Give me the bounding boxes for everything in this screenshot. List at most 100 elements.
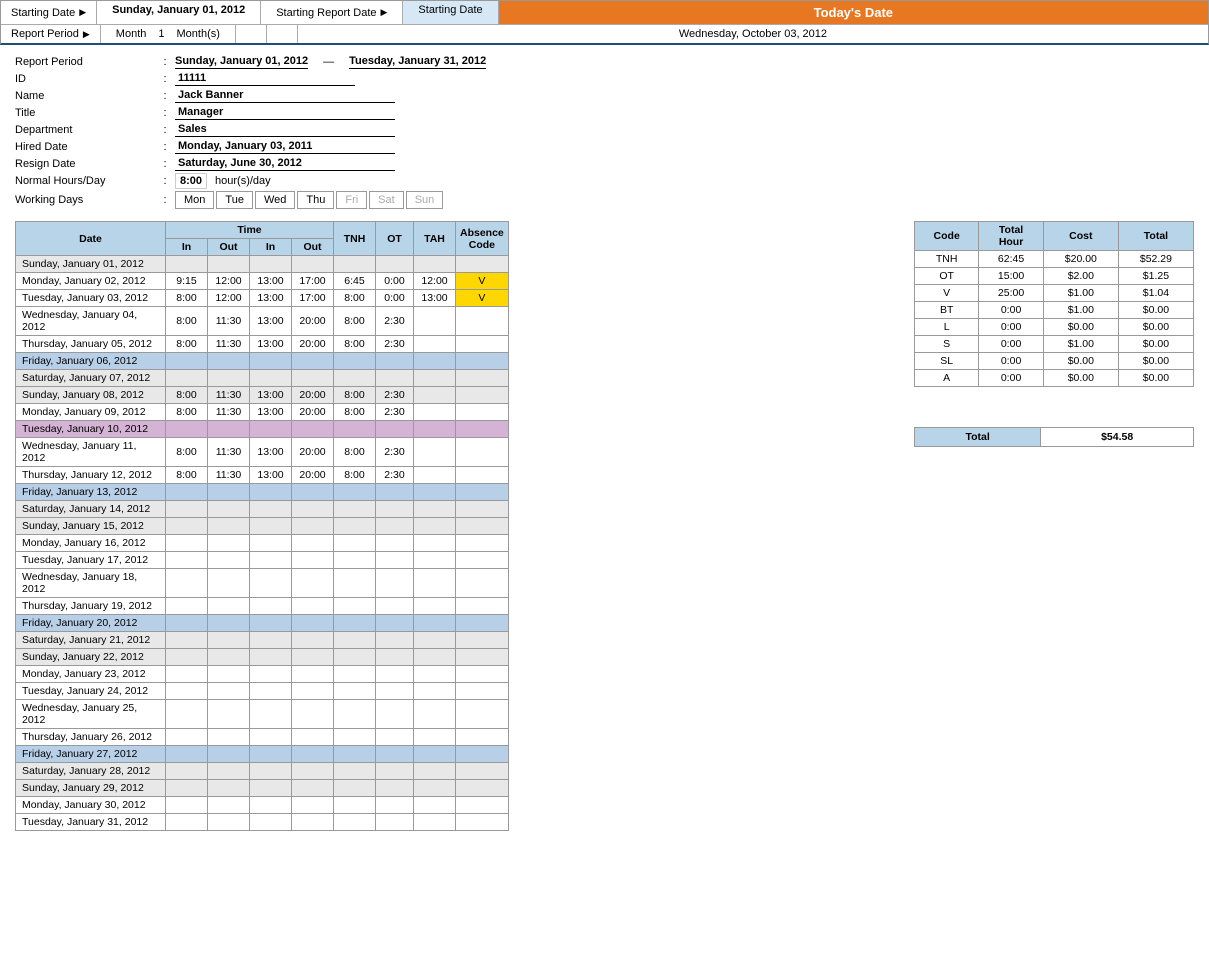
table-row [334, 683, 376, 700]
table-row [376, 649, 414, 666]
table-row: Friday, January 13, 2012 [16, 484, 166, 501]
table-row: 8:00 [166, 404, 208, 421]
table-row [250, 518, 292, 535]
table-row [376, 518, 414, 535]
table-row [376, 700, 414, 729]
table-row [456, 746, 509, 763]
table-row: 0:00 [376, 273, 414, 290]
todays-date-label: Today's Date [499, 1, 1208, 24]
table-row [250, 729, 292, 746]
table-row [208, 256, 250, 273]
table-row [414, 598, 456, 615]
table-row [456, 535, 509, 552]
table-row: Sunday, January 15, 2012 [16, 518, 166, 535]
table-row: 12:00 [208, 290, 250, 307]
table-row [334, 353, 376, 370]
table-row [456, 666, 509, 683]
table-row [208, 763, 250, 780]
summary-cost: $20.00 [1043, 251, 1118, 268]
table-row [414, 535, 456, 552]
table-row [414, 552, 456, 569]
table-row [166, 615, 208, 632]
table-row: 20:00 [292, 438, 334, 467]
id-row: ID : 11111 [15, 71, 1194, 86]
table-row: 13:00 [250, 273, 292, 290]
th-ot: OT [376, 222, 414, 256]
table-row [376, 683, 414, 700]
day-box-thu: Thu [297, 191, 334, 209]
report-period-label-cell: Report Period ▶ [1, 25, 101, 43]
summary-hour: 0:00 [979, 370, 1043, 387]
table-row [414, 387, 456, 404]
table-row [250, 683, 292, 700]
summary-hour: 62:45 [979, 251, 1043, 268]
table-row [334, 746, 376, 763]
th-time: Time [166, 222, 334, 239]
table-row [456, 615, 509, 632]
table-row [334, 256, 376, 273]
table-row [334, 763, 376, 780]
table-row [376, 763, 414, 780]
summary-code: A [915, 370, 979, 387]
table-row [208, 421, 250, 438]
table-row [376, 814, 414, 831]
table-row [166, 370, 208, 387]
table-row [414, 336, 456, 353]
name-value: Jack Banner [175, 88, 395, 103]
table-row [334, 780, 376, 797]
summary-total: $0.00 [1118, 353, 1193, 370]
table-row [456, 814, 509, 831]
table-row: 8:00 [166, 387, 208, 404]
table-row [414, 501, 456, 518]
table-row: 8:00 [166, 438, 208, 467]
table-row: 11:30 [208, 467, 250, 484]
resign-date-row: Resign Date : Saturday, June 30, 2012 [15, 156, 1194, 171]
table-row [414, 649, 456, 666]
table-row [376, 780, 414, 797]
normal-hours-unit: hour(s)/day [215, 175, 271, 187]
table-row: 8:00 [334, 307, 376, 336]
table-row: Tuesday, January 31, 2012 [16, 814, 166, 831]
table-row: Monday, January 09, 2012 [16, 404, 166, 421]
table-row [166, 353, 208, 370]
table-row [456, 780, 509, 797]
table-row [292, 598, 334, 615]
table-row [250, 484, 292, 501]
table-row [334, 615, 376, 632]
table-row [376, 484, 414, 501]
summary-cost: $0.00 [1043, 370, 1118, 387]
period-from: Sunday, January 01, 2012 [175, 55, 308, 69]
table-row [292, 729, 334, 746]
table-row [334, 535, 376, 552]
table-row [208, 666, 250, 683]
table-row [166, 683, 208, 700]
report-period-row: Report Period : Sunday, January 01, 2012… [15, 55, 1194, 69]
table-row [414, 797, 456, 814]
table-row [208, 729, 250, 746]
table-row [456, 438, 509, 467]
period-dash: — [323, 56, 334, 68]
table-row: Thursday, January 05, 2012 [16, 336, 166, 353]
table-row: Sunday, January 01, 2012 [16, 256, 166, 273]
table-row: 8:00 [334, 387, 376, 404]
summary-total: $0.00 [1118, 319, 1193, 336]
table-row: 11:30 [208, 404, 250, 421]
summary-hour: 15:00 [979, 268, 1043, 285]
table-row [376, 501, 414, 518]
table-row [456, 353, 509, 370]
table-row: 8:00 [166, 467, 208, 484]
day-box-sun: Sun [406, 191, 444, 209]
table-row: 13:00 [250, 404, 292, 421]
table-row [208, 598, 250, 615]
table-row [292, 746, 334, 763]
table-row [376, 598, 414, 615]
table-row [334, 814, 376, 831]
table-row [376, 552, 414, 569]
table-row [166, 256, 208, 273]
table-row [208, 518, 250, 535]
table-row: 13:00 [414, 290, 456, 307]
table-row [376, 421, 414, 438]
table-row [292, 632, 334, 649]
table-row [414, 814, 456, 831]
table-row [456, 700, 509, 729]
